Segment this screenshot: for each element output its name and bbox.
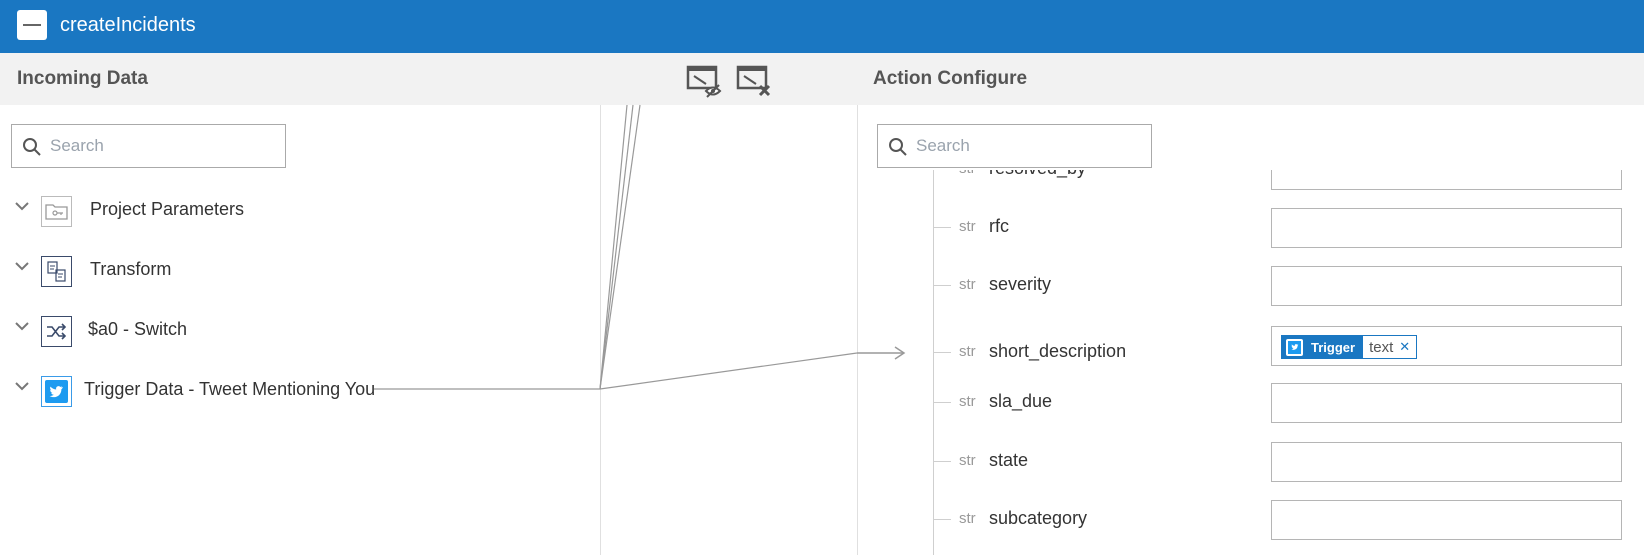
field-row-state: str state	[858, 433, 1644, 491]
field-type: str	[959, 510, 976, 527]
field-type: str	[959, 276, 976, 293]
field-name: state	[989, 450, 1029, 470]
chip-value-label: text	[1369, 338, 1394, 356]
field-row-resolved-by: str resolved_by	[858, 170, 1644, 199]
field-name: rfc	[989, 216, 1009, 236]
field-input-resolved-by[interactable]	[1271, 170, 1622, 190]
field-name: sla_due	[989, 391, 1053, 411]
field-name: severity	[989, 274, 1052, 294]
field-type: str	[959, 218, 976, 235]
field-name: resolved_by	[989, 170, 1086, 179]
field-type: str	[959, 452, 976, 469]
field-input-state[interactable]	[1271, 442, 1622, 482]
field-input-severity[interactable]	[1271, 266, 1622, 306]
field-row-subcategory: str subcategory	[858, 491, 1644, 549]
field-name: subcategory	[989, 508, 1088, 528]
field-input-subcategory[interactable]	[1271, 500, 1622, 540]
field-row-severity: str severity	[858, 257, 1644, 315]
chip-source-label: Trigger	[1311, 339, 1356, 355]
close-icon[interactable]: ✕	[1399, 339, 1410, 355]
field-name: short_description	[989, 341, 1127, 361]
field-type: str	[959, 170, 976, 177]
field-row-rfc: str rfc	[858, 199, 1644, 257]
field-type: str	[959, 343, 976, 360]
field-type: str	[959, 393, 976, 410]
field-input-sla-due[interactable]	[1271, 383, 1622, 423]
mapping-chip[interactable]: Trigger text ✕	[1281, 335, 1418, 359]
field-input-short-description[interactable]: Trigger text ✕	[1271, 326, 1622, 366]
twitter-icon	[1286, 338, 1303, 356]
field-input-rfc[interactable]	[1271, 208, 1622, 248]
action-field-list: str resolved_by str rfc str severity str…	[858, 170, 1644, 555]
field-row-sla-due: str sla_due	[858, 374, 1644, 432]
